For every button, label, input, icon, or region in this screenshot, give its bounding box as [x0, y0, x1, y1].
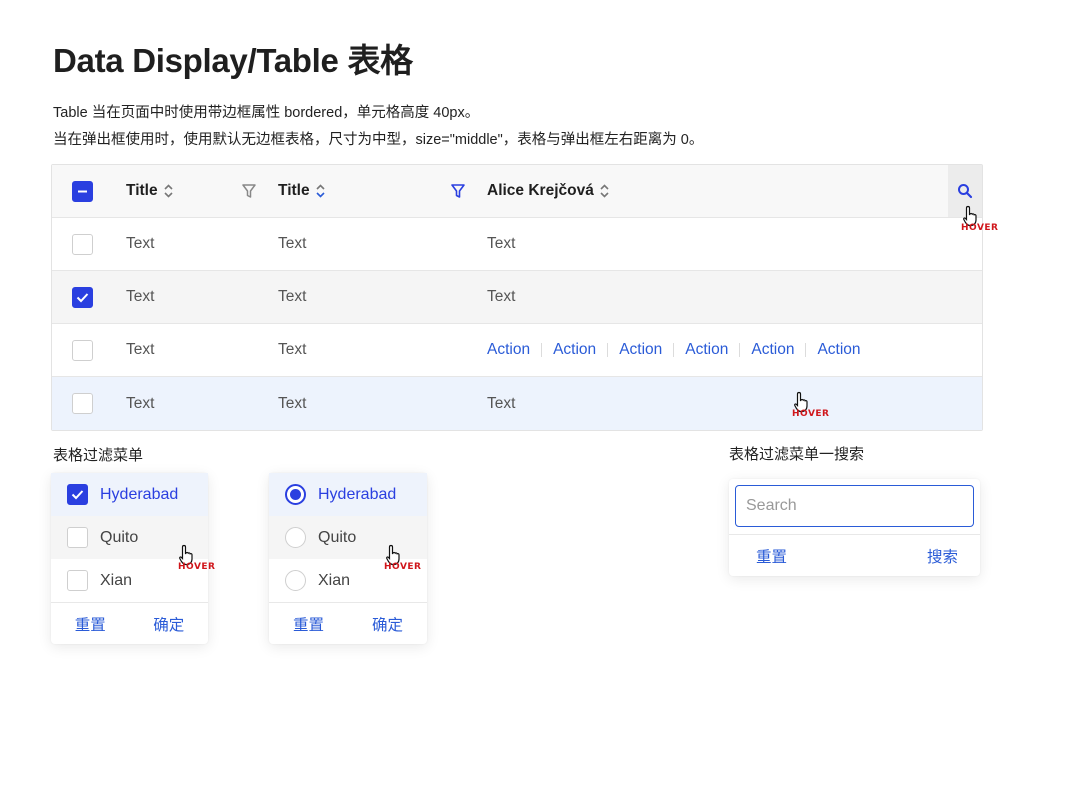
column-header-label: Alice Krejčová: [487, 182, 594, 199]
reset-button[interactable]: 重置: [293, 613, 324, 635]
search-input[interactable]: [735, 485, 974, 527]
select-all-cell: [72, 165, 96, 217]
check-icon: [71, 490, 84, 500]
data-table: Title Title Alice Krejčová Text Text Tex…: [51, 164, 983, 431]
table-cell: Text: [278, 341, 307, 358]
table-cell: Text: [126, 288, 155, 305]
option-label: Hyderabad: [100, 485, 179, 503]
hover-label: HOVER: [384, 562, 422, 572]
sort-icon[interactable]: [163, 183, 174, 199]
description-line-2: 当在弹出框使用时，使用默认无边框表格，尺寸为中型，size="middle"，表…: [53, 132, 704, 148]
filter-search-menu-label: 表格过滤菜单一搜索: [729, 446, 865, 463]
table-cell: Text: [487, 288, 516, 305]
table-cell: Text: [278, 288, 307, 305]
confirm-button[interactable]: 确定: [153, 613, 184, 635]
hover-label: HOVER: [792, 409, 830, 419]
filter-menu-label: 表格过滤菜单: [53, 447, 144, 464]
filter-menu-search: 重置 搜索: [729, 479, 980, 576]
table-row[interactable]: Text Text Text: [52, 218, 982, 271]
column-header-title-1[interactable]: Title: [126, 165, 286, 217]
table-cell: Text: [126, 394, 155, 412]
option-label: Xian: [100, 571, 133, 589]
column-header-label: Title: [278, 182, 310, 199]
page-title: Data Display/Table 表格: [53, 42, 413, 79]
action-divider: [607, 343, 609, 357]
column-header-title-2[interactable]: Title: [278, 165, 478, 217]
confirm-button[interactable]: 确定: [372, 613, 403, 635]
description-line-1: Table 当在页面中时使用带边框属性 bordered，单元格高度 40px。: [53, 105, 480, 121]
select-all-checkbox[interactable]: [72, 180, 93, 202]
option-checkbox[interactable]: [67, 527, 88, 548]
action-divider: [805, 343, 807, 357]
reset-button[interactable]: 重置: [75, 613, 106, 635]
table-cell: Text: [487, 394, 516, 412]
minus-checkbox-icon: [78, 190, 87, 192]
option-label: Quito: [100, 528, 139, 546]
action-link[interactable]: Action: [751, 341, 794, 359]
column-header-name[interactable]: Alice Krejčová: [487, 165, 947, 217]
action-divider: [673, 343, 675, 357]
action-link[interactable]: Action: [487, 341, 530, 359]
row-checkbox[interactable]: [72, 286, 93, 308]
sort-icon[interactable]: [315, 183, 326, 199]
table-cell: Text: [126, 235, 155, 252]
row-checkbox[interactable]: [72, 339, 93, 361]
table-row[interactable]: Text Text Text: [52, 271, 982, 324]
option-radio[interactable]: [285, 570, 306, 591]
action-link[interactable]: Action: [553, 341, 596, 359]
option-radio[interactable]: [285, 484, 306, 505]
filter-menu-footer: 重置 搜索: [729, 534, 980, 576]
option-checkbox[interactable]: [67, 484, 88, 505]
option-checkbox[interactable]: [67, 570, 88, 591]
table-row[interactable]: Text Text Text: [52, 377, 982, 430]
action-divider: [541, 343, 543, 357]
filter-menu-footer: 重置 确定: [269, 602, 427, 644]
check-icon: [76, 292, 89, 302]
table-cell: Text: [278, 394, 307, 412]
column-header-label: Title: [126, 182, 158, 199]
action-link[interactable]: Action: [685, 341, 728, 359]
option-radio[interactable]: [285, 527, 306, 548]
option-label: Quito: [318, 528, 357, 546]
sort-icon[interactable]: [599, 183, 610, 199]
filter-active-icon[interactable]: [451, 165, 465, 217]
table-cell: Text: [487, 235, 516, 252]
filter-option[interactable]: Hyderabad: [269, 473, 427, 516]
table-cell: Text: [278, 235, 307, 252]
hover-label: HOVER: [178, 562, 216, 572]
search-icon: [958, 184, 973, 199]
table-header-row: Title Title Alice Krejčová: [52, 165, 982, 218]
action-link[interactable]: Action: [619, 341, 662, 359]
option-label: Xian: [318, 571, 351, 589]
filter-menu-footer: 重置 确定: [51, 602, 208, 644]
reset-button[interactable]: 重置: [756, 545, 787, 567]
row-checkbox[interactable]: [72, 233, 93, 255]
action-divider: [739, 343, 741, 357]
filter-option[interactable]: Hyderabad: [51, 473, 208, 516]
hover-label: HOVER: [961, 223, 999, 233]
action-link[interactable]: Action: [817, 341, 860, 359]
search-button[interactable]: 搜索: [927, 545, 958, 567]
table-row[interactable]: Text Text Action Action Action Action Ac…: [52, 324, 982, 377]
filter-icon[interactable]: [242, 165, 256, 217]
option-label: Hyderabad: [318, 485, 397, 503]
table-cell: Text: [126, 341, 155, 358]
row-actions: Action Action Action Action Action Actio…: [487, 341, 861, 359]
row-checkbox[interactable]: [72, 393, 93, 414]
